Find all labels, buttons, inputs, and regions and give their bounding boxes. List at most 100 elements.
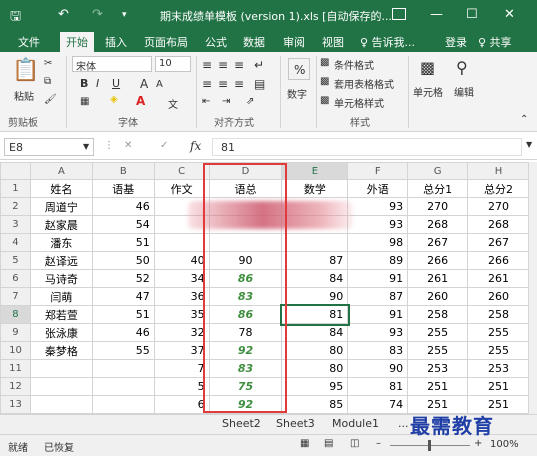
cell-b5[interactable]: 50 (91, 251, 155, 270)
font-size-select[interactable]: 10 (155, 56, 191, 72)
minimize-button[interactable]: — (430, 7, 443, 22)
tab-page-layout[interactable]: 页面布局 (144, 34, 188, 50)
ribbon-display-icon[interactable] (392, 8, 406, 20)
cell-c4[interactable] (153, 233, 210, 252)
paste-icon[interactable]: 📋 (12, 58, 39, 83)
cell-h1[interactable]: 总分2 (467, 179, 530, 198)
cell-b6[interactable]: 52 (91, 269, 155, 288)
cell-e4[interactable] (281, 233, 349, 252)
cell-c7[interactable]: 36 (153, 287, 210, 306)
cell-h3[interactable]: 268 (467, 215, 530, 234)
row-header[interactable]: 2 (0, 197, 31, 216)
cell-a2[interactable]: 周道宁 (29, 197, 93, 216)
cut-icon[interactable]: ✂ (44, 58, 52, 69)
paste-button[interactable]: 粘贴 (14, 88, 34, 103)
font-color-icon[interactable]: A (136, 94, 145, 108)
cell-a6[interactable]: 马诗奇 (29, 269, 93, 288)
increase-indent-icon[interactable]: ⇥ (222, 96, 230, 107)
row-header[interactable]: 4 (0, 233, 31, 252)
cell-e11[interactable]: 80 (281, 359, 349, 378)
grow-font-button[interactable]: A (140, 77, 148, 91)
cell-d7[interactable]: 83 (208, 287, 283, 306)
cell-g7[interactable]: 260 (407, 287, 469, 306)
underline-button[interactable]: U (112, 77, 120, 90)
cell-h5[interactable]: 266 (467, 251, 530, 270)
merge-center-icon[interactable]: ▤ (254, 77, 265, 91)
vertical-scrollbar[interactable] (528, 162, 537, 414)
cell-c1[interactable]: 作文 (153, 179, 210, 198)
cell-e1[interactable]: 数学 (281, 179, 349, 198)
cell-f9[interactable]: 93 (347, 323, 409, 342)
cell-g5[interactable]: 266 (407, 251, 469, 270)
cell-h6[interactable]: 261 (467, 269, 530, 288)
cell-c6[interactable]: 34 (153, 269, 210, 288)
bold-button[interactable]: B (80, 77, 88, 90)
font-name-select[interactable]: 宋体 (72, 56, 152, 73)
customize-toolbar-icon[interactable]: ▾ (122, 10, 127, 20)
format-painter-icon[interactable]: 🖌 (44, 94, 57, 105)
cell-h10[interactable]: 255 (467, 341, 530, 360)
expand-formula-icon[interactable]: ▼ (526, 140, 532, 149)
column-header-a[interactable]: A (29, 162, 93, 180)
sheet-tab-sheet2[interactable]: Sheet2 (222, 417, 261, 430)
cell-c13[interactable]: 6 (153, 395, 210, 414)
cell-f12[interactable]: 81 (347, 377, 409, 396)
cell-h12[interactable]: 251 (467, 377, 530, 396)
row-header[interactable]: 10 (0, 341, 31, 360)
cell-e9[interactable]: 84 (281, 323, 349, 342)
row-header[interactable]: 7 (0, 287, 31, 306)
cell-c5[interactable]: 40 (153, 251, 210, 270)
percent-button[interactable]: % (288, 58, 310, 80)
cell-d5[interactable]: 90 (208, 251, 283, 270)
wrap-text-icon[interactable]: ↵ (254, 58, 264, 72)
zoom-out-button[interactable]: – (376, 438, 381, 449)
cell-f11[interactable]: 90 (347, 359, 409, 378)
cell-f4[interactable]: 98 (347, 233, 409, 252)
collapse-ribbon-icon[interactable]: ⌃ (520, 114, 528, 125)
column-header-c[interactable]: C (153, 162, 210, 180)
row-header[interactable]: 9 (0, 323, 31, 342)
middle-align-icon[interactable]: ≡ (218, 58, 228, 72)
cell-f3[interactable]: 93 (347, 215, 409, 234)
row-header[interactable]: 6 (0, 269, 31, 288)
align-right-icon[interactable]: ≡ (234, 77, 244, 91)
cell-h2[interactable]: 270 (467, 197, 530, 216)
more-sheets-button[interactable]: ... (398, 417, 409, 430)
cell-f8[interactable]: 91 (347, 305, 409, 324)
cell-d13[interactable]: 92 (208, 395, 283, 414)
cell-g8[interactable]: 258 (407, 305, 469, 324)
border-icon[interactable]: ▦ (80, 96, 89, 107)
share-button[interactable]: ♀ 共享 (478, 34, 512, 50)
row-header[interactable]: 8 (0, 305, 31, 324)
maximize-button[interactable]: ☐ (466, 7, 478, 22)
cell-d4[interactable] (208, 233, 283, 252)
row-header[interactable]: 13 (0, 395, 31, 414)
normal-view-icon[interactable]: ▦ (300, 438, 309, 449)
cell-g3[interactable]: 268 (407, 215, 469, 234)
sheet-tab-module1[interactable]: Module1 (332, 417, 379, 430)
table-format-button[interactable]: 套用表格格式 (334, 76, 394, 91)
cell-b12[interactable] (91, 377, 155, 396)
cell-a12[interactable] (29, 377, 93, 396)
tab-review[interactable]: 审阅 (283, 34, 305, 50)
cell-a3[interactable]: 赵家晨 (29, 215, 93, 234)
cell-a8[interactable]: 郑若萱 (29, 305, 93, 324)
row-header[interactable]: 5 (0, 251, 31, 270)
page-layout-view-icon[interactable]: ▤ (324, 438, 333, 449)
column-header-e[interactable]: E (281, 162, 349, 180)
orientation-icon[interactable]: ⇗ (246, 96, 254, 107)
cell-c8[interactable]: 35 (153, 305, 210, 324)
cell-b11[interactable] (91, 359, 155, 378)
zoom-in-button[interactable]: + (474, 438, 482, 449)
cell-b2[interactable]: 46 (91, 197, 155, 216)
row-header[interactable]: 1 (0, 179, 31, 198)
fill-color-icon[interactable]: ◈ (110, 94, 118, 105)
save-icon[interactable]: 🖫 (10, 7, 21, 29)
tab-formulas[interactable]: 公式 (205, 34, 227, 50)
cell-f7[interactable]: 87 (347, 287, 409, 306)
cell-b13[interactable] (91, 395, 155, 414)
cells-button[interactable]: 单元格 (413, 84, 443, 99)
cell-e6[interactable]: 84 (281, 269, 349, 288)
cell-a13[interactable] (29, 395, 93, 414)
cell-f10[interactable]: 83 (347, 341, 409, 360)
